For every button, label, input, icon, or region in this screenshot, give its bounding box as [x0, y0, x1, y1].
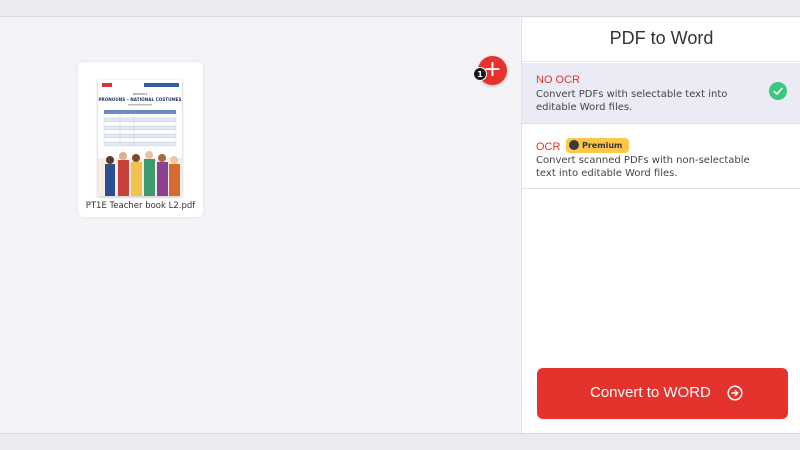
option-no-ocr[interactable]: NO OCR Convert PDFs with selectable text… — [522, 63, 800, 124]
premium-label: Premium — [582, 141, 623, 150]
file-card[interactable]: LESSON 2 PRONOUNS – NATIONAL COSTUMES PT… — [78, 62, 203, 217]
option-no-ocr-title: NO OCR — [536, 74, 580, 86]
sidebar-title: PDF to Word — [609, 28, 714, 48]
pdf-thumbnail: LESSON 2 PRONOUNS – NATIONAL COSTUMES — [98, 80, 182, 196]
crown-icon — [569, 140, 579, 150]
thumbnail-heading: PRONOUNS – NATIONAL COSTUMES — [98, 97, 181, 102]
option-ocr-description: Convert scanned PDFs with non-selectable… — [536, 155, 750, 179]
convert-button[interactable]: Convert to WORD — [537, 368, 788, 419]
option-ocr-title: OCR — [536, 141, 561, 153]
divider — [522, 61, 800, 62]
bottom-bar — [0, 433, 800, 450]
file-name: PT1E Teacher book L2.pdf — [85, 201, 196, 211]
option-no-ocr-description: Convert PDFs with selectable text into e… — [536, 89, 728, 113]
thumbnail-lesson: LESSON 2 — [133, 92, 148, 96]
arrow-right-circle-icon — [727, 385, 743, 401]
file-count-badge: 1 — [473, 67, 487, 81]
check-icon — [769, 82, 787, 100]
convert-button-label: Convert to WORD — [590, 384, 711, 401]
file-workspace: LESSON 2 PRONOUNS – NATIONAL COSTUMES PT… — [0, 18, 521, 433]
top-bar — [0, 0, 800, 17]
options-sidebar: PDF to Word NO OCR Convert PDFs with sel… — [521, 18, 800, 433]
premium-badge: Premium — [566, 138, 630, 153]
option-ocr[interactable]: OCR Premium Convert scanned PDFs with no… — [522, 125, 800, 189]
